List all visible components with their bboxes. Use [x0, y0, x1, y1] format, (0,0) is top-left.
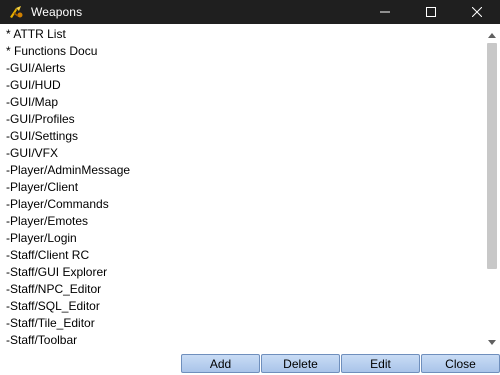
list-item[interactable]: -Staff/Toolbar: [6, 332, 77, 349]
minimize-icon: [380, 11, 390, 13]
weapons-list[interactable]: * ATTR List * Functions Docu -GUI/Alerts…: [1, 24, 484, 352]
scroll-down-arrow-icon: [488, 339, 496, 345]
list-item[interactable]: * ATTR List: [6, 26, 66, 43]
delete-button[interactable]: Delete: [261, 354, 340, 373]
weapons-window: Weapons * ATTR List * Functions Docu -GU…: [0, 0, 500, 375]
list-item[interactable]: -GUI/Settings: [6, 128, 78, 145]
maximize-icon: [426, 7, 436, 17]
list-item[interactable]: -Player/Emotes: [6, 213, 88, 230]
window-title: Weapons: [31, 5, 83, 19]
close-button[interactable]: [454, 0, 500, 24]
list-item[interactable]: -Staff/GUI Explorer: [6, 264, 107, 281]
list-item[interactable]: -GUI/Map: [6, 94, 58, 111]
title-bar[interactable]: Weapons: [0, 0, 500, 24]
list-item[interactable]: -GUI/VFX: [6, 145, 58, 162]
list-item[interactable]: -GUI/Alerts: [6, 60, 65, 77]
scroll-thumb[interactable]: [487, 43, 497, 269]
list-item[interactable]: -Staff/Tile_Editor: [6, 315, 95, 332]
list-item[interactable]: -GUI/Profiles: [6, 111, 75, 128]
list-item[interactable]: -Player/Client: [6, 179, 78, 196]
list-item[interactable]: -GUI/HUD: [6, 77, 61, 94]
scroll-down-button[interactable]: [484, 334, 500, 351]
list-item[interactable]: -Player/AdminMessage: [6, 162, 130, 179]
scroll-up-button[interactable]: [484, 26, 500, 43]
close-icon: [472, 7, 482, 17]
button-bar: Add Delete Edit Close: [0, 352, 500, 375]
list-item[interactable]: * Functions Docu: [6, 43, 97, 60]
maximize-button[interactable]: [408, 0, 454, 24]
list-item[interactable]: -Staff/Client RC: [6, 247, 89, 264]
vertical-scrollbar[interactable]: [484, 24, 500, 352]
list-item[interactable]: -Player/Login: [6, 230, 77, 247]
list-item[interactable]: -Player/Commands: [6, 196, 109, 213]
list-item[interactable]: -Staff/NPC_Editor: [6, 281, 101, 298]
window-controls: [362, 0, 500, 24]
scroll-up-arrow-icon: [488, 32, 496, 38]
list-item[interactable]: -Staff/SQL_Editor: [6, 298, 100, 315]
close-dialog-button[interactable]: Close: [421, 354, 500, 373]
minimize-button[interactable]: [362, 0, 408, 24]
weapon-app-icon: [8, 4, 24, 20]
edit-button[interactable]: Edit: [341, 354, 420, 373]
add-button[interactable]: Add: [181, 354, 260, 373]
